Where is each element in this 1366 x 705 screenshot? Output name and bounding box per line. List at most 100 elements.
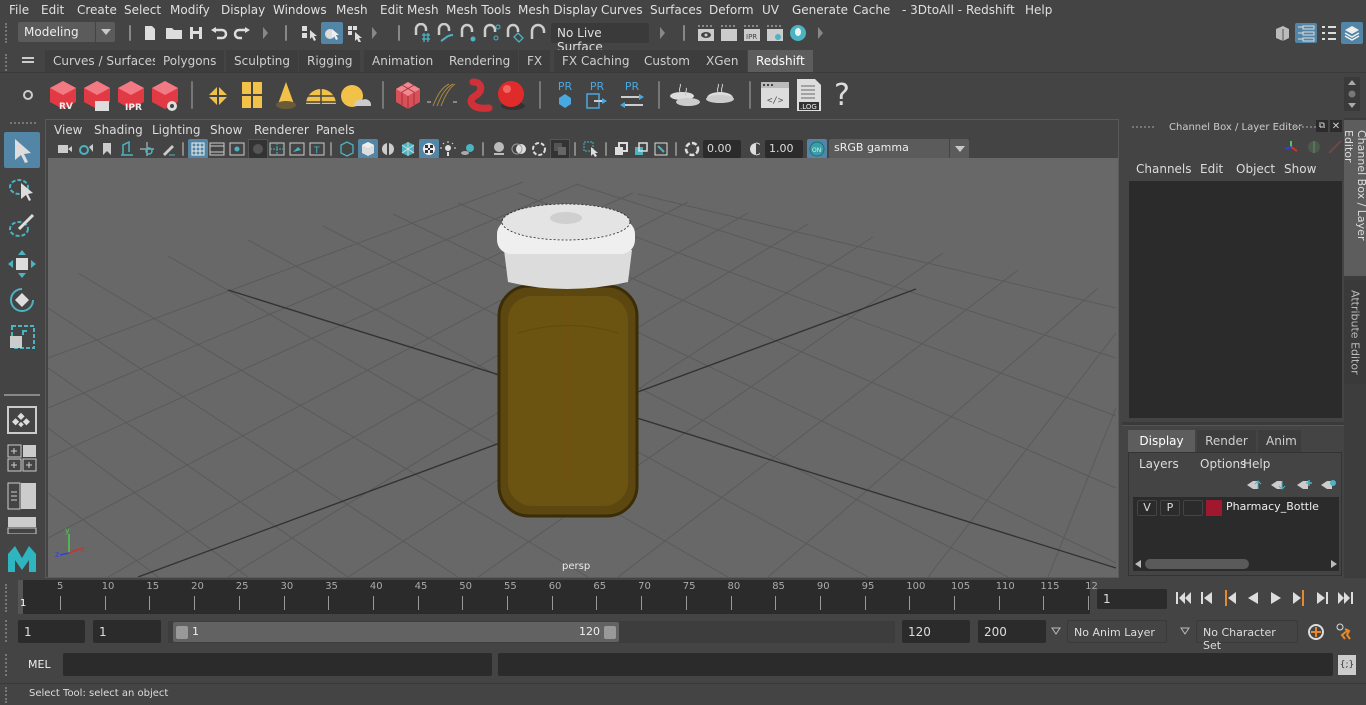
layer-horizontal-scrollbar[interactable] — [1133, 557, 1339, 571]
collapse-arrow[interactable] — [660, 26, 666, 40]
script-language-label[interactable]: MEL — [28, 658, 51, 671]
shelf-tab-rigging[interactable]: Rigging — [299, 50, 362, 72]
undo-icon[interactable] — [209, 23, 229, 43]
select-by-object-icon[interactable] — [321, 22, 343, 44]
command-line-grip[interactable] — [5, 654, 9, 676]
attribute-editor-toggle-icon[interactable] — [1295, 23, 1317, 43]
camera-attributes-icon[interactable] — [77, 140, 95, 158]
help-menu[interactable]: Help — [1243, 457, 1270, 471]
side-tab-channel-box[interactable]: Channel Box / Layer Editor — [1342, 120, 1366, 276]
redshift-sphere-icon[interactable] — [494, 77, 528, 113]
viewport-scene[interactable]: y x z persp — [48, 158, 1118, 577]
render-settings-icon[interactable] — [765, 22, 785, 44]
redshift-sun-sky-icon[interactable] — [338, 81, 372, 111]
menu-edit-mesh[interactable]: Edit Mesh — [380, 3, 439, 17]
layer-tab-render[interactable]: Render — [1197, 430, 1257, 452]
collapse-arrow[interactable] — [818, 26, 824, 40]
redshift-script-editor-icon[interactable]: </> — [759, 79, 791, 111]
shelf-tab-curves-surfaces[interactable]: Curves / Surfaces — [45, 50, 168, 72]
menu-surfaces[interactable]: Surfaces — [650, 3, 702, 17]
redshift-hair-icon[interactable] — [425, 79, 459, 111]
menu-cache[interactable]: Cache — [853, 3, 890, 17]
script-editor-icon[interactable]: {;} — [1338, 655, 1356, 675]
panel-menu-shading[interactable]: Shading — [94, 123, 143, 137]
xray-icon[interactable] — [612, 140, 630, 158]
step-forward-frame-icon[interactable] — [1312, 588, 1332, 608]
menu-redshift[interactable]: Redshift — [966, 3, 1015, 17]
help-line-grip[interactable] — [5, 687, 9, 703]
redshift-portal-light-icon[interactable] — [238, 79, 266, 111]
redshift-ies-light-icon[interactable] — [272, 79, 300, 111]
workspace-dropdown[interactable]: Modeling — [18, 22, 115, 42]
scroll-left-icon[interactable] — [1135, 560, 1141, 568]
menu-3dtoall[interactable]: - 3DtoAll - — [902, 3, 962, 17]
smooth-shade-icon[interactable] — [358, 139, 378, 159]
anim-layer-dropdown-arrow[interactable] — [1049, 624, 1063, 638]
four-view-layout-icon[interactable] — [7, 444, 37, 472]
use-all-lights-icon[interactable] — [439, 140, 457, 158]
current-frame-field[interactable]: 1 — [1097, 589, 1167, 609]
timeline-track[interactable]: 1 5 10 15 20 25 30 35 40 45 50 55 60 65 70 75 80 85 90 95 1… — [18, 580, 1098, 614]
xray-active-components-icon[interactable] — [632, 140, 650, 158]
new-layer-selected-icon[interactable] — [1319, 477, 1337, 493]
status-line-grip[interactable] — [5, 23, 9, 43]
redshift-render-view-icon[interactable]: RV — [47, 79, 79, 113]
panel-splitter[interactable] — [1122, 422, 1344, 426]
open-scene-icon[interactable] — [164, 23, 184, 43]
snap-to-grid-icon[interactable] — [411, 22, 433, 44]
live-surface-field[interactable]: No Live Surface — [551, 23, 649, 54]
go-to-start-icon[interactable] — [1174, 588, 1194, 608]
resolution-gate-icon[interactable] — [228, 140, 246, 158]
select-tool-icon[interactable] — [4, 132, 40, 168]
range-track[interactable]: 1 120 — [168, 621, 895, 643]
channels-menu[interactable]: Channels — [1136, 162, 1192, 176]
camera-select-icon[interactable] — [56, 140, 74, 158]
menu-deform[interactable]: Deform — [709, 3, 754, 17]
menu-help[interactable]: Help — [1025, 3, 1052, 17]
menu-display[interactable]: Display — [221, 3, 265, 17]
range-start-handle[interactable] — [176, 626, 188, 639]
pharmacy-bottle[interactable] — [497, 284, 639, 518]
redshift-bake-all-icon[interactable] — [703, 79, 737, 111]
panel-menu-view[interactable]: View — [54, 123, 82, 137]
range-slider-grip[interactable] — [5, 620, 9, 642]
snap-to-point-icon[interactable] — [457, 22, 479, 44]
menu-select[interactable]: Select — [124, 3, 161, 17]
shelf-tab-custom[interactable]: Custom — [636, 50, 699, 72]
layer-playback-toggle[interactable]: P — [1160, 500, 1180, 516]
step-forward-key-icon[interactable] — [1289, 588, 1309, 608]
redshift-volume-icon[interactable] — [393, 79, 423, 111]
layer-name[interactable]: Pharmacy_Bottle — [1226, 500, 1319, 513]
field-chart-icon[interactable] — [268, 140, 286, 158]
step-back-frame-icon[interactable] — [1197, 588, 1217, 608]
rotate-tool-icon[interactable] — [4, 282, 40, 318]
depth-of-field-icon[interactable] — [550, 139, 570, 159]
move-tool-icon[interactable] — [4, 246, 40, 282]
menu-mesh-display[interactable]: Mesh Display — [518, 3, 598, 17]
gamma-icon[interactable] — [745, 140, 763, 158]
step-back-key-icon[interactable] — [1220, 588, 1240, 608]
shelf-tab-polygons[interactable]: Polygons — [155, 50, 226, 72]
range-bar[interactable]: 1 120 — [173, 622, 619, 642]
auto-key-icon[interactable] — [1305, 621, 1327, 643]
safe-action-icon[interactable] — [288, 140, 306, 158]
menu-mesh[interactable]: Mesh — [336, 3, 368, 17]
single-perspective-view-icon[interactable] — [7, 406, 37, 434]
select-by-component-icon[interactable] — [344, 22, 366, 44]
bookmark-icon[interactable] — [98, 140, 116, 158]
channel-show-menu[interactable]: Show — [1284, 162, 1316, 176]
paint-select-tool-icon[interactable] — [4, 208, 40, 244]
motion-blur-icon[interactable] — [510, 140, 528, 158]
channel-box-toggle-icon[interactable] — [1341, 22, 1363, 44]
close-icon[interactable]: ✕ — [1330, 120, 1342, 132]
character-set-dropdown-arrow[interactable] — [1178, 624, 1192, 638]
modeling-toolkit-icon[interactable] — [1272, 23, 1292, 43]
2d-pan-zoom-icon[interactable] — [138, 140, 156, 158]
move-layer-down-icon[interactable] — [1269, 477, 1287, 493]
ipr-render-icon[interactable]: IPR — [742, 22, 762, 44]
redshift-proxy-icon[interactable] — [462, 77, 494, 113]
channel-edit-menu[interactable]: Edit — [1200, 162, 1223, 176]
redshift-ipr-icon[interactable]: IPR — [115, 79, 147, 113]
collapse-arrow[interactable] — [372, 26, 378, 40]
isolate-select-icon[interactable] — [582, 140, 600, 158]
